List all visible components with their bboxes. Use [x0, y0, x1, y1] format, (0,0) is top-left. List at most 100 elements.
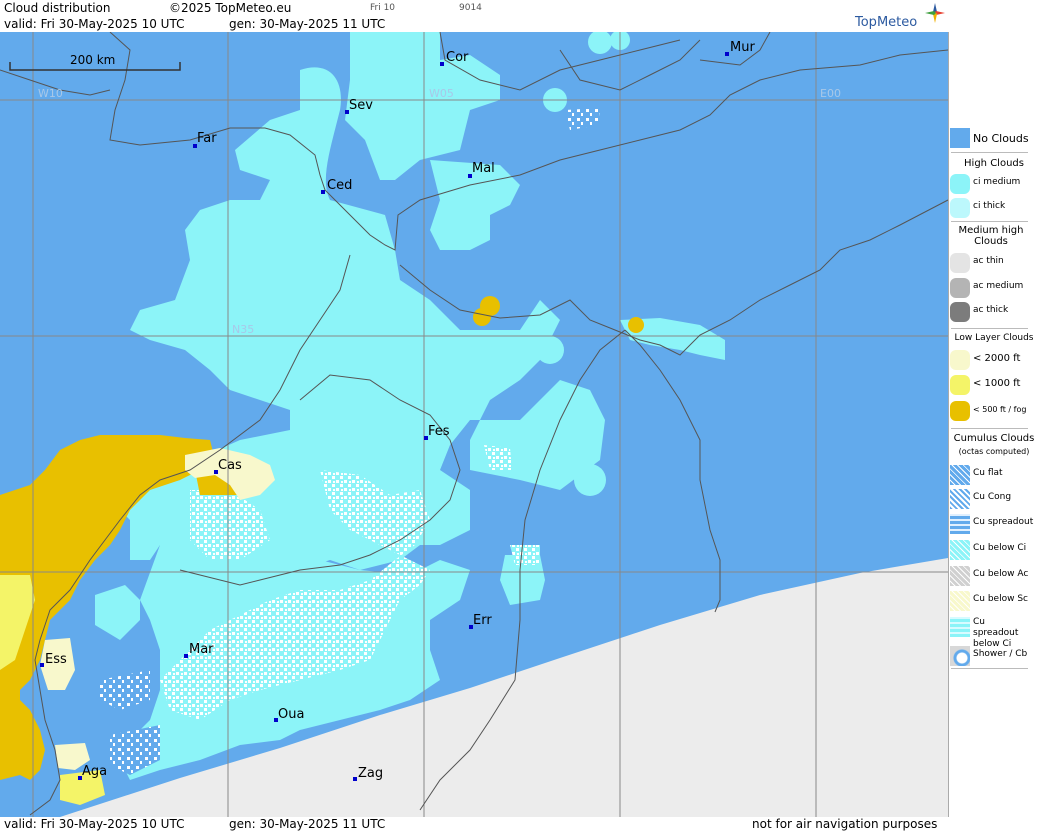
ci-medium-swatch	[950, 174, 970, 194]
run-code: 9014	[459, 3, 482, 13]
legend-label: Shower / Cb	[973, 649, 1028, 659]
footer-valid-time: valid: Fri 30-May-2025 10 UTC	[4, 817, 185, 831]
compass-logo-icon	[925, 3, 945, 23]
legend-low-heading: Low Layer Clouds	[954, 333, 1034, 343]
legend-label: Cu below Sc	[973, 594, 1028, 604]
low-500-swatch	[950, 401, 970, 421]
city-ess: Ess	[40, 652, 67, 667]
city-fes: Fes	[424, 424, 450, 440]
svg-text:Ced: Ced	[327, 178, 352, 193]
svg-text:Cas: Cas	[218, 458, 242, 473]
svg-text:Cor: Cor	[446, 50, 469, 65]
legend-label: Cu Cong	[973, 492, 1012, 502]
valid-time: valid: Fri 30-May-2025 10 UTC	[4, 17, 185, 31]
cloud-map[interactable]: 200 km W10 W05 E00 N35 Cor Mur Sev Far M…	[0, 32, 948, 817]
legend-low-2000: < 2000 ft	[949, 348, 1039, 372]
cu-cong-swatch	[950, 489, 970, 509]
ci-thick-swatch	[950, 198, 970, 218]
legend-cu-flat: Cu flat	[949, 463, 1039, 487]
city-far: Far	[193, 131, 217, 148]
shower-cb-swatch	[950, 646, 970, 666]
city-cas: Cas	[214, 458, 242, 474]
footer-generated-time: gen: 30-May-2025 11 UTC	[229, 817, 386, 831]
city-zag: Zag	[353, 766, 383, 781]
legend-cu-spread-ci: Cu spreadout below Ci	[949, 615, 1039, 649]
svg-text:Ess: Ess	[45, 652, 67, 667]
legend-medium-heading: Medium high Clouds	[958, 225, 1024, 247]
copyright: ©2025 TopMeteo.eu	[169, 1, 292, 15]
legend-label: Cu below Ci	[973, 543, 1027, 553]
legend-label: < 2000 ft	[973, 353, 1021, 364]
legend-label: Cu below Ac	[973, 569, 1029, 579]
legend-cu-subheading: (octas computed)	[958, 447, 1030, 456]
svg-text:Mar: Mar	[189, 642, 214, 657]
svg-text:Mur: Mur	[730, 40, 755, 55]
grid-label-n35: N35	[232, 323, 254, 336]
cu-below-sc-swatch	[950, 591, 970, 611]
run-label: Fri 10	[370, 3, 396, 13]
legend-label: ci medium	[973, 177, 1021, 187]
svg-text:Far: Far	[197, 131, 217, 146]
low-1000-swatch	[950, 375, 970, 395]
city-oua: Oua	[274, 707, 304, 722]
legend-shower: Shower / Cb	[949, 644, 1039, 668]
legend-no-clouds: No Clouds	[949, 126, 1039, 150]
city-err: Err	[469, 613, 492, 629]
svg-text:Fes: Fes	[428, 424, 450, 439]
no-clouds-swatch	[950, 128, 970, 148]
legend-label: < 500 ft / fog	[973, 405, 1027, 414]
legend-label: No Clouds	[973, 132, 1029, 145]
city-sev: Sev	[345, 98, 373, 114]
grid-label-e00: E00	[820, 87, 841, 100]
svg-text:Err: Err	[473, 613, 492, 628]
ac-medium-swatch	[950, 278, 970, 298]
city-aga: Aga	[78, 764, 107, 780]
grid-label-w10: W10	[38, 87, 63, 100]
scale-label: 200 km	[70, 53, 115, 67]
ac-thick-swatch	[950, 302, 970, 322]
cu-flat-swatch	[950, 465, 970, 485]
legend-cu-below-ac: Cu below Ac	[949, 564, 1039, 588]
cu-spread-swatch	[950, 514, 970, 534]
legend-label: < 1000 ft	[973, 378, 1021, 389]
low-2000-swatch	[950, 350, 970, 370]
legend-label: ci thick	[973, 201, 1006, 211]
cu-below-ci-swatch	[950, 540, 970, 560]
footer-disclaimer: not for air navigation purposes	[752, 817, 938, 831]
header: Cloud distribution ©2025 TopMeteo.eu Fri…	[0, 0, 948, 32]
legend-high-heading: High Clouds	[964, 158, 1024, 169]
legend-panel: No Clouds High Clouds ci medium ci thick…	[948, 32, 1039, 817]
ac-thin-swatch	[950, 253, 970, 273]
svg-text:Sev: Sev	[349, 98, 373, 113]
topmeteo-logo[interactable]: TopMeteo	[855, 15, 917, 30]
cu-below-ac-swatch	[950, 566, 970, 586]
legend-label: Cu spreadout	[973, 517, 1034, 527]
legend-label: ac thick	[973, 305, 1009, 315]
legend-cu-cong: Cu Cong	[949, 487, 1039, 511]
legend-label: ac thin	[973, 256, 1004, 266]
map-title: Cloud distribution	[4, 1, 111, 15]
legend-low-1000: < 1000 ft	[949, 373, 1039, 397]
svg-text:Aga: Aga	[82, 764, 107, 779]
grid-label-w05: W05	[429, 87, 454, 100]
generated-time: gen: 30-May-2025 11 UTC	[229, 17, 386, 31]
legend-cu-heading: Cumulus Clouds	[953, 433, 1035, 444]
legend-ac-medium: ac medium	[949, 276, 1039, 300]
city-mur: Mur	[725, 40, 755, 56]
svg-text:Oua: Oua	[278, 707, 304, 722]
legend-ci-medium: ci medium	[949, 172, 1039, 196]
legend-cu-spread: Cu spreadout	[949, 512, 1039, 536]
legend-ac-thick: ac thick	[949, 300, 1039, 324]
legend-ac-thin: ac thin	[949, 251, 1039, 275]
legend-low-500: < 500 ft / fog	[949, 399, 1039, 423]
svg-text:Mal: Mal	[472, 161, 495, 176]
legend-ci-thick: ci thick	[949, 196, 1039, 220]
city-mar: Mar	[184, 642, 214, 658]
legend-label: ac medium	[973, 281, 1024, 291]
legend-cu-below-sc: Cu below Sc	[949, 589, 1039, 613]
footer: valid: Fri 30-May-2025 10 UTC gen: 30-Ma…	[0, 817, 948, 832]
legend-label: Cu flat	[973, 468, 1003, 478]
cu-spread-ci-swatch	[950, 617, 970, 637]
legend-cu-below-ci: Cu below Ci	[949, 538, 1039, 562]
svg-text:Zag: Zag	[358, 766, 383, 781]
